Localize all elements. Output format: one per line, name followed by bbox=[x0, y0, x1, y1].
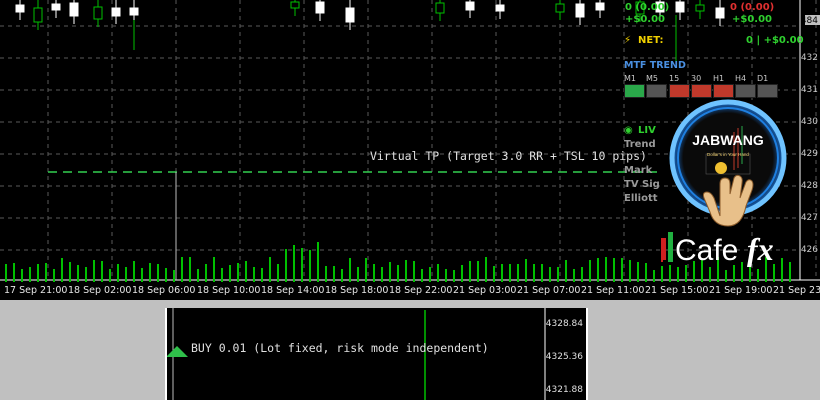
trend-row: Trend bbox=[624, 139, 656, 150]
svg-text:JABWANG: JABWANG bbox=[692, 132, 764, 148]
candle-body bbox=[129, 7, 139, 16]
tv-signal-row: TV Sig bbox=[624, 179, 660, 190]
tf-status-m1 bbox=[624, 84, 645, 98]
tf-label-h1: H1 bbox=[713, 74, 725, 83]
time-label: 18 Sep 06:00 bbox=[132, 285, 196, 296]
position-count-2: 0 (0.00) bbox=[730, 2, 775, 13]
candle-body bbox=[675, 1, 685, 13]
buy-arrow-icon bbox=[167, 346, 188, 357]
candle-body bbox=[575, 3, 585, 18]
candle-body bbox=[33, 7, 43, 23]
tf-status-h1 bbox=[713, 84, 734, 98]
candle-body bbox=[495, 4, 505, 12]
tf-label-m5: M5 bbox=[646, 74, 658, 83]
sub-price-label: 4321.88 bbox=[545, 385, 583, 395]
empty-workspace-left bbox=[0, 308, 165, 400]
tf-status-15 bbox=[669, 84, 690, 98]
price-axis-label: 427 bbox=[800, 213, 818, 223]
candle-body bbox=[595, 2, 605, 11]
price-axis-label: 430 bbox=[800, 117, 818, 127]
svg-text:Dollar's in Your Hand: Dollar's in Your Hand bbox=[707, 152, 749, 157]
time-label: 21 Sep 19:00 bbox=[709, 285, 773, 296]
candle-body bbox=[435, 2, 445, 14]
cafefx-logo: JABWANG Dollar's in Your Hand Cafe fx bbox=[661, 99, 787, 267]
tf-label-15: 15 bbox=[669, 74, 680, 83]
tf-label-30: 30 bbox=[691, 74, 702, 83]
mtf-trend-title: MTF TREND bbox=[624, 60, 686, 71]
time-label: 18 Sep 18:00 bbox=[325, 285, 389, 296]
candle-body bbox=[715, 7, 725, 19]
candle-body bbox=[345, 7, 355, 23]
live-label: LIV bbox=[638, 125, 656, 136]
time-label: 21 Sep 23:0 bbox=[773, 285, 820, 296]
empty-workspace-right bbox=[588, 308, 820, 400]
sub-chart-window[interactable]: BUY 0.01 (Lot fixed, risk mode independe… bbox=[165, 308, 588, 400]
logo-bar-green bbox=[668, 232, 673, 262]
tf-status-m5 bbox=[646, 84, 667, 98]
candle-body bbox=[555, 3, 565, 13]
virtual-tp-label: Virtual TP (Target 3.0 RR + TSL 10 pips) bbox=[370, 149, 647, 163]
window-separator bbox=[0, 300, 820, 308]
sub-price-label: 4328.84 bbox=[545, 319, 583, 329]
candle-body bbox=[465, 1, 475, 11]
candle-body bbox=[695, 4, 705, 12]
svg-text:Cafe: Cafe bbox=[675, 234, 738, 267]
time-label: 18 Sep 02:00 bbox=[68, 285, 132, 296]
candle-body bbox=[69, 2, 79, 17]
live-icon: ◉ bbox=[624, 125, 633, 136]
time-label: 17 Sep 21:00 bbox=[4, 285, 68, 296]
time-label: 18 Sep 14:00 bbox=[261, 285, 325, 296]
price-axis-label: 428 bbox=[800, 181, 818, 191]
time-label: 21 Sep 15:00 bbox=[645, 285, 709, 296]
market-row: Mark bbox=[624, 165, 653, 176]
logo-bar-red bbox=[661, 238, 666, 260]
buy-order-label: BUY 0.01 (Lot fixed, risk mode independe… bbox=[191, 341, 489, 355]
coin-icon bbox=[715, 162, 727, 174]
time-axis: 17 Sep 21:00 18 Sep 02:00 18 Sep 06:00 1… bbox=[0, 280, 820, 300]
time-label: 21 Sep 03:00 bbox=[453, 285, 517, 296]
net-value: 0 | +$0.00 bbox=[746, 35, 804, 46]
position-count: 0 (0.00) bbox=[625, 2, 670, 13]
price-axis-label: 432 bbox=[800, 53, 818, 63]
time-label: 21 Sep 07:00 bbox=[517, 285, 581, 296]
bolt-icon: ⚡ bbox=[624, 35, 632, 46]
time-label: 18 Sep 22:00 bbox=[389, 285, 453, 296]
tf-status-h4 bbox=[735, 84, 756, 98]
price-axis-label: 431 bbox=[800, 85, 818, 95]
net-label: NET: bbox=[638, 35, 664, 46]
tf-status-30 bbox=[691, 84, 712, 98]
candle-body bbox=[15, 4, 25, 13]
price-axis-label: 484 bbox=[800, 16, 818, 26]
candle-body bbox=[315, 1, 325, 14]
main-chart[interactable]: 484 432 431 430 429 428 427 426 Virtual … bbox=[0, 0, 820, 300]
position-pnl-2: +$0.00 bbox=[732, 14, 773, 25]
candle-body bbox=[51, 3, 61, 11]
tf-label-h4: H4 bbox=[735, 74, 747, 83]
tf-label-m1: M1 bbox=[624, 74, 636, 83]
tf-status-d1 bbox=[757, 84, 778, 98]
tf-label-d1: D1 bbox=[757, 74, 769, 83]
price-axis-label: 426 bbox=[800, 245, 818, 255]
time-label: 21 Sep 11:00 bbox=[581, 285, 645, 296]
candles bbox=[15, 0, 725, 262]
candle-body bbox=[290, 1, 300, 9]
elliott-row: Elliott bbox=[624, 193, 658, 204]
time-label: 18 Sep 10:00 bbox=[197, 285, 261, 296]
candle-body bbox=[111, 7, 121, 17]
position-pnl: +$0.00 bbox=[625, 14, 666, 25]
price-axis-label: 429 bbox=[800, 149, 818, 159]
svg-text:fx: fx bbox=[747, 231, 774, 267]
candle-body bbox=[93, 6, 103, 20]
sub-price-label: 4325.36 bbox=[545, 352, 583, 362]
